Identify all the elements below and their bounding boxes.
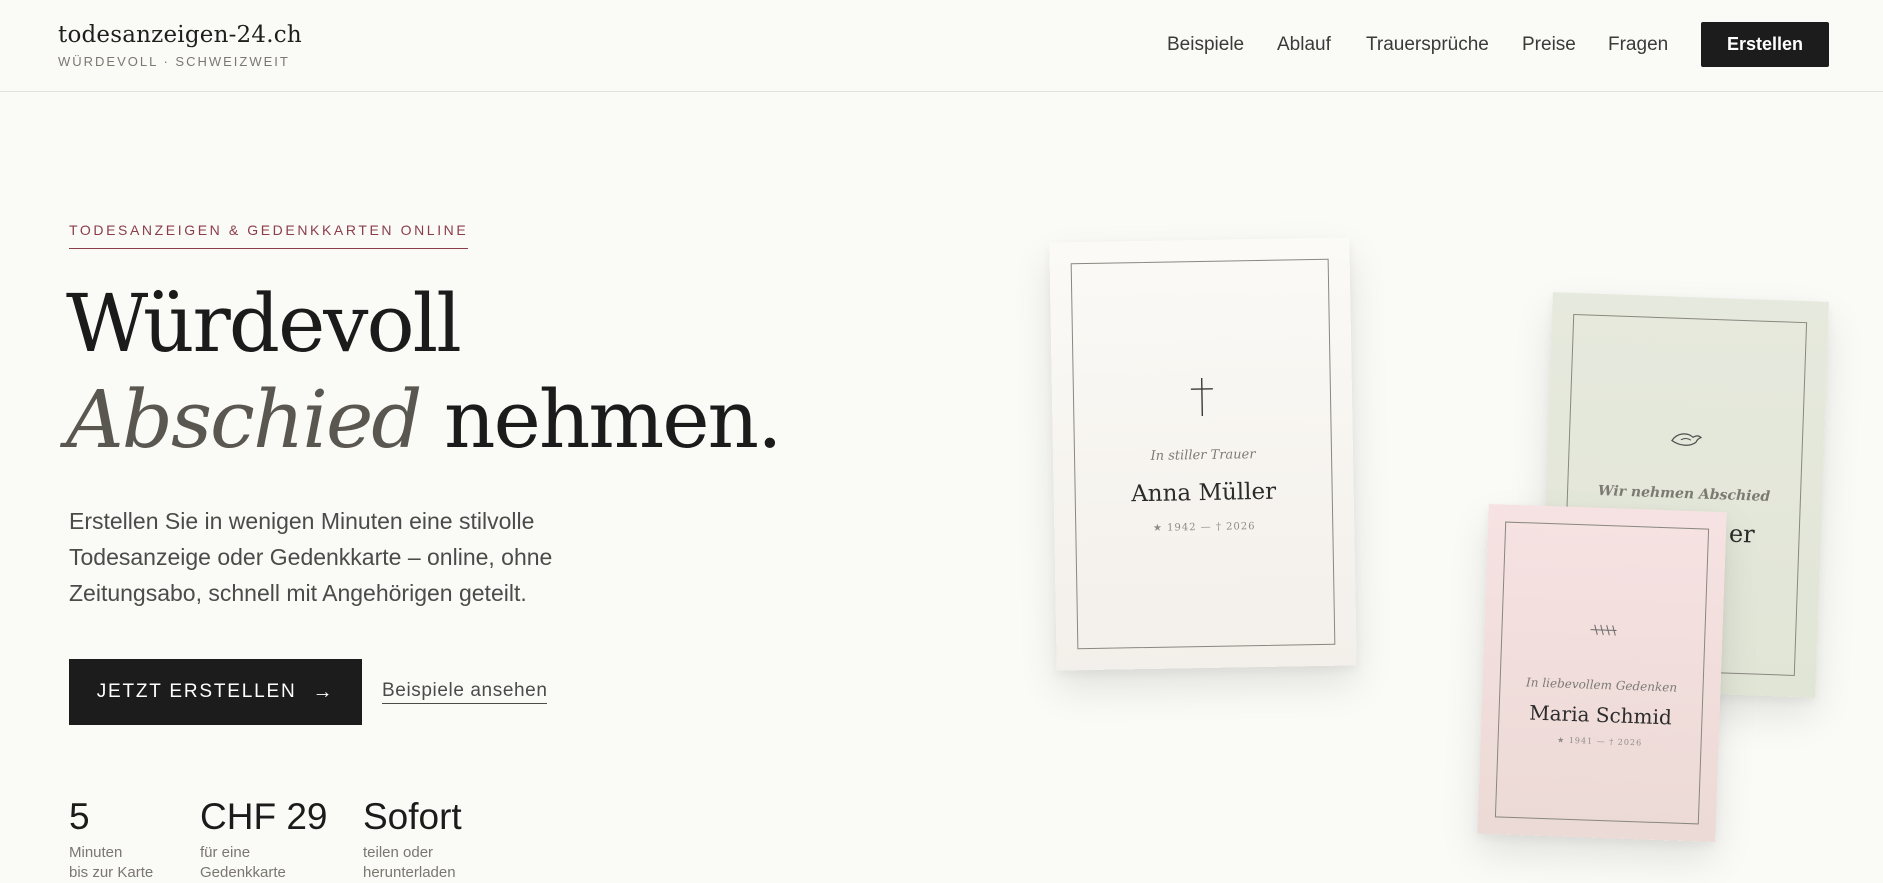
nav-beispiele[interactable]: Beispiele	[1167, 34, 1244, 56]
card-frame	[1495, 522, 1709, 825]
cross-icon	[1052, 373, 1353, 425]
site-header: todesanzeigen-24.ch WÜRDEVOLL · SCHWEIZW…	[0, 0, 1883, 92]
nav-ablauf[interactable]: Ablauf	[1277, 34, 1331, 56]
stat-value: CHF 29	[200, 795, 327, 839]
card-name: Anna Müller	[1053, 477, 1353, 508]
nav-erstellen-button[interactable]: Erstellen	[1701, 22, 1829, 67]
hero-description: Erstellen Sie in wenigen Minuten eine st…	[69, 503, 609, 611]
brand-name[interactable]: todesanzeigen-24.ch	[58, 22, 302, 48]
nav-fragen[interactable]: Fragen	[1608, 34, 1668, 56]
hero-title-line1: Würdevoll	[66, 277, 460, 370]
stat-label: Minutenbis zur Karte	[69, 843, 153, 883]
card-preview-cream: In stiller Trauer Anna Müller ★ 1942 — †…	[1049, 237, 1356, 670]
primary-cta-button[interactable]: JETZT ERSTELLEN →	[69, 659, 362, 725]
hero-title-accent: Abschied	[66, 373, 421, 466]
card-preview-rose: In liebevollem Gedenken Maria Schmid ★ 1…	[1477, 504, 1726, 842]
hero-title: Würdevoll Abschied nehmen.	[66, 276, 781, 468]
stat-price: CHF 29 für eineGedenkkarte	[200, 795, 327, 883]
stat-value: Sofort	[363, 795, 462, 839]
brand-tagline: WÜRDEVOLL · SCHWEIZWEIT	[58, 54, 290, 69]
stat-label: für eineGedenkkarte	[200, 843, 327, 883]
stat-value: 5	[69, 795, 153, 839]
stat-label: teilen oderherunterladen	[363, 843, 462, 883]
primary-cta-label: JETZT ERSTELLEN	[97, 681, 297, 703]
nav-preise[interactable]: Preise	[1522, 34, 1576, 56]
stat-minutes: 5 Minutenbis zur Karte	[69, 795, 153, 883]
nav-trauersprueche[interactable]: Trauersprüche	[1366, 34, 1489, 56]
hero-title-rest: nehmen.	[444, 373, 781, 466]
arrow-right-icon: →	[313, 681, 335, 704]
hero-eyebrow: TODESANZEIGEN & GEDENKKARTEN ONLINE	[69, 222, 468, 249]
examples-link[interactable]: Beispiele ansehen	[382, 680, 547, 704]
stat-instant: Sofort teilen oderherunterladen	[363, 795, 462, 883]
